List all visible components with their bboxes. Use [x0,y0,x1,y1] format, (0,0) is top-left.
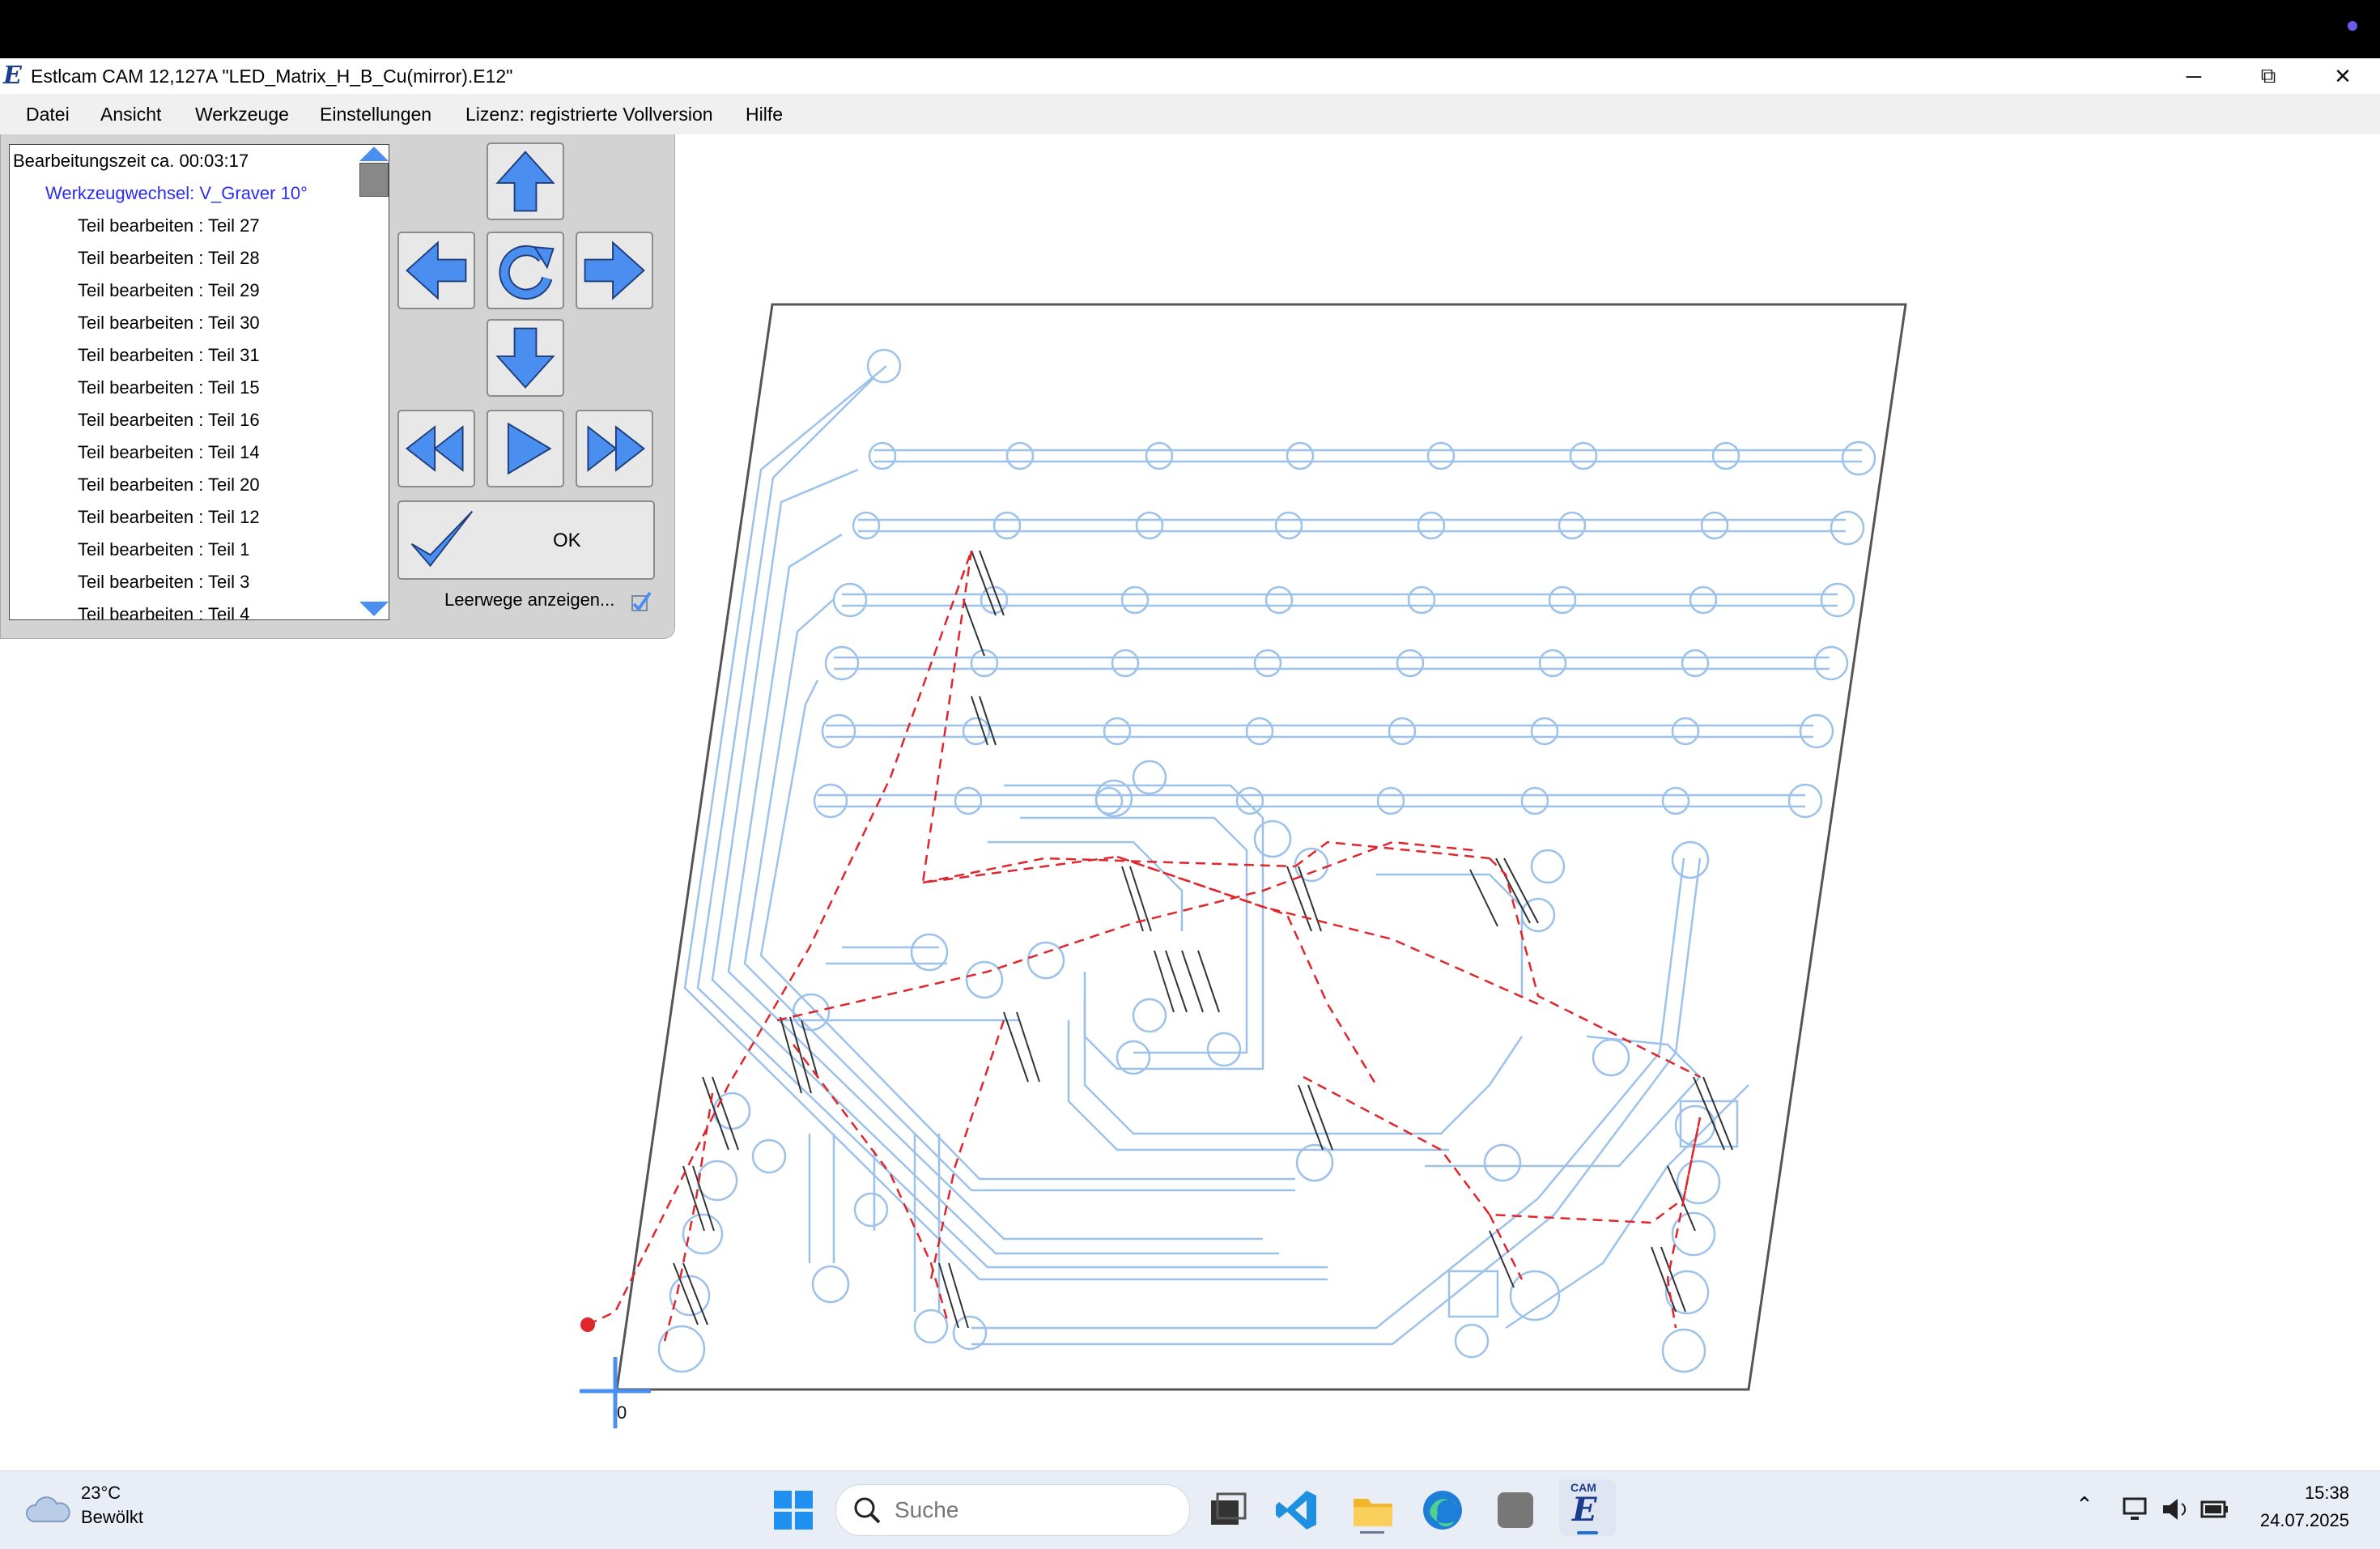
checkmark-icon [410,510,474,568]
minimize-icon: ─ [2186,63,2202,88]
menu-einstellungen[interactable]: Einstellungen [320,104,431,126]
list-item[interactable]: Teil bearbeiten : Teil 29 [78,274,260,307]
list-item[interactable]: Teil bearbeiten : Teil 1 [78,534,249,566]
arrow-up-icon [495,151,555,212]
menu-hilfe[interactable]: Hilfe [746,104,783,126]
chevron-up-icon[interactable]: ⌃ [2076,1492,2093,1517]
clock-date: 24.07.2025 [2259,1510,2349,1530]
scroll-down-icon[interactable] [359,602,389,616]
estlcam-icon: E [1572,1491,1597,1529]
menu-ansicht[interactable]: Ansicht [100,104,161,126]
volume-icon[interactable] [2160,1494,2191,1525]
taskbar: 23°C Bewölkt CAM E ⌃ 15:38 24.07.2025 [0,1470,2380,1549]
weather-temperature: 23°C [81,1483,121,1503]
list-item[interactable]: Teil bearbeiten : Teil 12 [78,501,260,534]
list-item[interactable]: Teil bearbeiten : Teil 31 [78,339,260,372]
menu-lizenz[interactable]: Lizenz: registrierte Vollversion [465,104,713,126]
window-title: Estlcam CAM 12,127A "LED_Matrix_H_B_Cu(m… [31,66,513,87]
move-down-button[interactable] [487,319,564,397]
list-scrollbar[interactable] [355,145,389,619]
move-right-button[interactable] [576,232,653,309]
rotate-icon [499,245,555,300]
list-item[interactable]: Teil bearbeiten : Teil 14 [78,436,260,469]
origin-label: 0 [617,1402,627,1423]
close-button[interactable]: ✕ [2306,58,2380,94]
fast-forward-button[interactable] [576,410,653,487]
menu-datei[interactable]: Datei [26,104,70,126]
rewind-icon [406,425,464,472]
close-icon: ✕ [2334,63,2352,88]
play-icon [507,422,552,475]
tool-change-entry[interactable]: Werkzeugwechsel: V_Graver 10° [45,177,308,210]
leerwege-checkbox[interactable] [629,591,652,614]
engrave-hatches [673,550,1733,1329]
file-explorer-icon[interactable] [1349,1486,1397,1534]
arrow-down-icon [495,327,555,389]
restore-button[interactable]: ⧉ [2231,58,2306,94]
operation-list[interactable]: Bearbeitungszeit ca. 00:03:17 Werkzeugwe… [9,144,389,620]
estlcam-app-icon: E [3,62,22,90]
app-icon-gray[interactable] [1491,1486,1540,1534]
list-item[interactable]: Teil bearbeiten : Teil 3 [78,566,249,598]
menu-werkzeuge[interactable]: Werkzeuge [195,104,289,126]
edge-browser-icon[interactable] [1418,1486,1467,1534]
leerwege-label: Leerwege anzeigen... [444,589,615,610]
arrow-left-icon [406,240,467,300]
search-icon [854,1497,881,1524]
list-item[interactable]: Teil bearbeiten : Teil 4 [78,598,249,619]
search-input[interactable] [893,1495,1171,1526]
list-item[interactable]: Teil bearbeiten : Teil 16 [78,404,260,436]
network-icon[interactable] [2121,1494,2152,1525]
arrow-right-icon [584,240,645,300]
fast-forward-icon [587,425,645,472]
move-up-button[interactable] [487,143,564,220]
list-item[interactable]: Teil bearbeiten : Teil 15 [78,372,260,404]
windows-start-icon[interactable] [769,1486,818,1534]
list-item[interactable]: Teil bearbeiten : Teil 28 [78,242,260,274]
play-button[interactable] [487,410,564,487]
menu-bar: Datei Ansicht Werkzeuge Einstellungen Li… [0,94,2380,134]
search-box[interactable] [835,1484,1190,1536]
task-view-icon[interactable] [1203,1486,1252,1534]
active-indicator [1577,1531,1598,1534]
list-item[interactable]: Teil bearbeiten : Teil 30 [78,307,260,339]
scroll-thumb[interactable] [359,163,389,197]
battery-icon[interactable] [2199,1494,2231,1525]
origin-cross [580,1357,651,1428]
title-bar: E Estlcam CAM 12,127A "LED_Matrix_H_B_Cu… [0,58,2380,94]
scroll-up-icon[interactable] [359,147,389,161]
start-point [580,1317,595,1332]
restore-icon: ⧉ [2260,63,2276,87]
system-clock[interactable]: 15:38 24.07.2025 [2260,1479,2349,1534]
rewind-button[interactable] [397,410,475,487]
vscode-icon[interactable] [1273,1486,1321,1534]
list-item[interactable]: Teil bearbeiten : Teil 27 [78,210,260,242]
simulation-panel: Bearbeitungszeit ca. 00:03:17 Werkzeugwe… [0,134,675,639]
minimize-button[interactable]: ─ [2157,58,2231,94]
ok-button[interactable]: OK [397,500,655,580]
ok-label: OK [553,530,581,551]
indicator-dot [2348,21,2357,31]
top-bar [0,0,2380,58]
machining-time: Bearbeitungszeit ca. 00:03:17 [13,151,249,171]
weather-condition: Bewölkt [81,1507,144,1527]
cloud-icon [26,1496,70,1522]
clock-time: 15:38 [2304,1483,2349,1503]
pcb-traces [657,348,1876,1373]
move-left-button[interactable] [397,232,475,309]
reset-view-button[interactable] [487,232,564,309]
estlcam-taskbar-button[interactable]: CAM E [1559,1479,1616,1536]
list-item[interactable]: Teil bearbeiten : Teil 20 [78,469,260,501]
